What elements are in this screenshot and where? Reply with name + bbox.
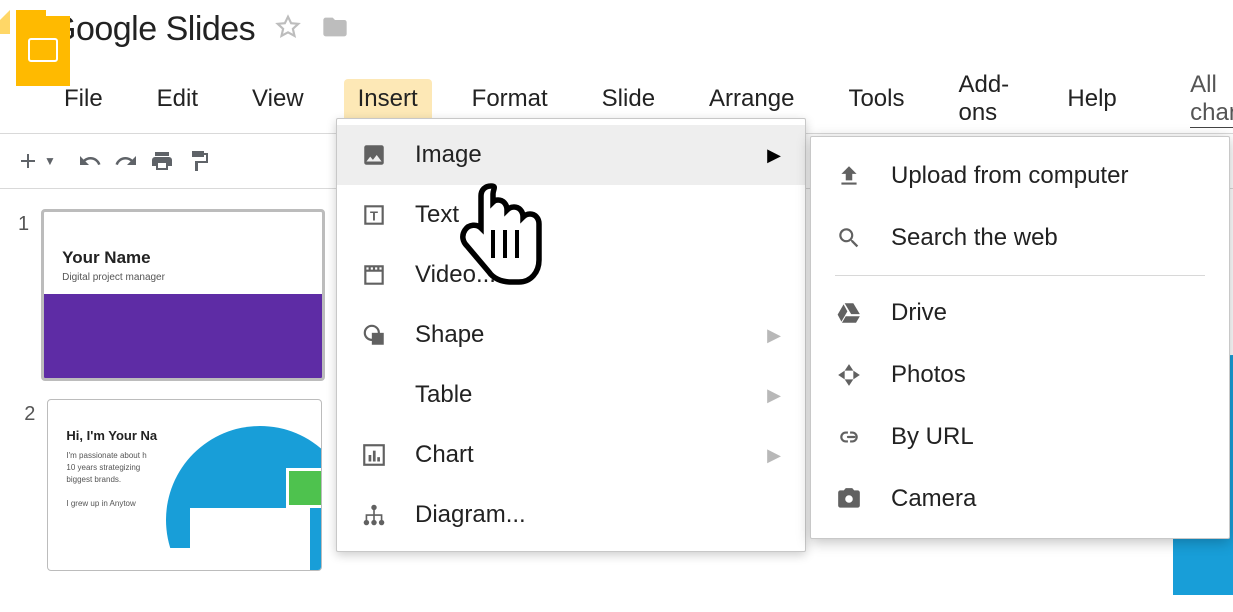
thumbnail-panel: 1 Your Name Digital project manager 2 Hi… — [0, 189, 334, 612]
thumbnail-number: 2 — [18, 399, 35, 571]
document-title[interactable]: Google Slides — [50, 10, 255, 49]
redo-button[interactable] — [108, 143, 144, 179]
paint-format-button[interactable] — [180, 143, 216, 179]
insert-menu: Image ▶ T Text Video... Shape ▶ Table ▶ … — [336, 118, 806, 552]
image-icon — [359, 142, 389, 168]
thumbnail-number: 1 — [18, 209, 29, 381]
link-icon — [833, 424, 865, 450]
insert-table[interactable]: Table ▶ — [337, 365, 805, 425]
thumbnail-1[interactable]: 1 Your Name Digital project manager — [18, 209, 322, 381]
star-icon[interactable] — [275, 14, 301, 45]
changes-link[interactable]: All chan — [1190, 71, 1233, 128]
slide1-subtitle: Digital project manager — [62, 272, 165, 283]
photos-icon — [833, 362, 865, 388]
menu-label: By URL — [891, 423, 974, 451]
upload-from-computer[interactable]: Upload from computer — [811, 145, 1229, 207]
chevron-right-icon: ▶ — [767, 145, 781, 166]
menu-addons[interactable]: Add-ons — [944, 65, 1027, 133]
menu-label: Image — [415, 141, 482, 169]
svg-text:T: T — [370, 208, 378, 223]
insert-image[interactable]: Image ▶ — [337, 125, 805, 185]
shape-icon — [359, 322, 389, 348]
slide2-body: I'm passionate about h 10 years strategi… — [66, 450, 146, 510]
video-icon — [359, 262, 389, 288]
menu-label: Table — [415, 381, 472, 409]
chevron-right-icon: ▶ — [767, 385, 781, 406]
menu-label: Upload from computer — [891, 162, 1128, 190]
folder-icon[interactable] — [321, 13, 349, 46]
menu-tools[interactable]: Tools — [834, 79, 918, 119]
image-by-url[interactable]: By URL — [811, 406, 1229, 468]
menu-help[interactable]: Help — [1053, 79, 1130, 119]
print-button[interactable] — [144, 143, 180, 179]
menu-label: Chart — [415, 441, 474, 469]
search-icon — [833, 225, 865, 251]
undo-button[interactable] — [72, 143, 108, 179]
image-submenu: Upload from computer Search the web Driv… — [810, 136, 1230, 539]
menu-view[interactable]: View — [238, 79, 318, 119]
menu-slide[interactable]: Slide — [588, 79, 669, 119]
menu-label: Camera — [891, 485, 976, 513]
menu-format[interactable]: Format — [458, 79, 562, 119]
chevron-down-icon[interactable]: ▼ — [44, 154, 56, 168]
header: Google Slides File Edit View Insert Form… — [0, 0, 1233, 133]
insert-chart[interactable]: Chart ▶ — [337, 425, 805, 485]
menu-label: Video... — [415, 261, 496, 289]
insert-video[interactable]: Video... — [337, 245, 805, 305]
menu-label: Search the web — [891, 224, 1058, 252]
chart-icon — [359, 442, 389, 468]
menu-label: Shape — [415, 321, 484, 349]
camera-icon — [833, 486, 865, 512]
menu-label: Drive — [891, 299, 947, 327]
image-camera[interactable]: Camera — [811, 468, 1229, 530]
image-photos[interactable]: Photos — [811, 344, 1229, 406]
menu-arrange[interactable]: Arrange — [695, 79, 808, 119]
image-drive[interactable]: Drive — [811, 282, 1229, 344]
slide1-title: Your Name — [62, 248, 151, 268]
chevron-right-icon: ▶ — [767, 325, 781, 346]
textbox-icon: T — [359, 202, 389, 228]
thumbnail-2[interactable]: 2 Hi, I'm Your Na I'm passionate about h… — [18, 399, 322, 571]
menu-label: Text — [415, 201, 459, 229]
menu-label: Diagram... — [415, 501, 526, 529]
upload-icon — [833, 163, 865, 189]
menu-label: Photos — [891, 361, 966, 389]
divider — [835, 275, 1205, 276]
new-slide-button[interactable]: ▼ — [10, 143, 62, 179]
slide2-title: Hi, I'm Your Na — [66, 428, 157, 443]
insert-diagram[interactable]: Diagram... — [337, 485, 805, 545]
drive-icon — [833, 300, 865, 326]
insert-textbox[interactable]: T Text — [337, 185, 805, 245]
chevron-right-icon: ▶ — [767, 445, 781, 466]
diagram-icon — [359, 502, 389, 528]
menu-edit[interactable]: Edit — [143, 79, 212, 119]
menu-insert[interactable]: Insert — [344, 79, 432, 119]
insert-shape[interactable]: Shape ▶ — [337, 305, 805, 365]
search-the-web[interactable]: Search the web — [811, 207, 1229, 269]
